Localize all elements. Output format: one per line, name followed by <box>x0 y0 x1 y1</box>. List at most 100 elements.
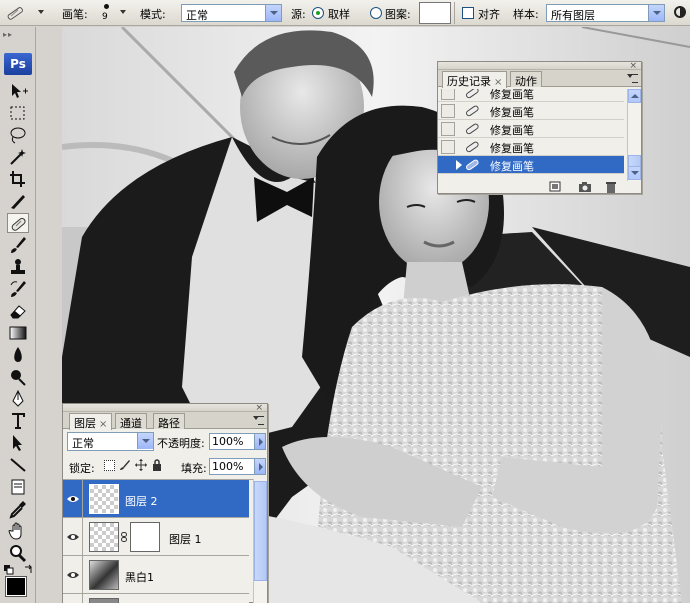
history-source-box[interactable] <box>441 104 455 118</box>
swap-colors-icon[interactable] <box>24 564 34 574</box>
magic-wand-tool-icon[interactable] <box>7 147 29 167</box>
tab-layers[interactable]: 图层 × <box>69 413 113 430</box>
panel-menu-icon[interactable] <box>253 416 264 425</box>
brush-picker[interactable]: 9 <box>100 3 114 23</box>
hand-tool-icon[interactable] <box>7 521 29 541</box>
eyedropper-tool-icon[interactable] <box>7 499 29 519</box>
lock-all-icon[interactable] <box>152 459 162 471</box>
opacity-input[interactable]: 100% <box>209 433 255 450</box>
gradient-tool-icon[interactable] <box>7 323 29 343</box>
current-state-slider-icon[interactable] <box>456 160 462 170</box>
close-icon[interactable]: × <box>494 77 502 88</box>
toolbox-grip[interactable]: ▸▸ <box>3 30 13 39</box>
blend-mode-value: 正常 <box>72 437 94 450</box>
new-snapshot-icon[interactable] <box>578 181 592 193</box>
new-document-from-state-icon[interactable] <box>548 181 562 193</box>
history-item-label: 修复画笔 <box>490 160 534 173</box>
opacity-slider-button[interactable] <box>254 433 266 450</box>
history-source-box[interactable] <box>441 89 455 100</box>
layer-name[interactable]: 黑白1 <box>125 569 154 585</box>
layer-thumbnail[interactable] <box>89 484 119 514</box>
trash-icon[interactable] <box>604 181 618 193</box>
slice-tool-icon[interactable] <box>7 191 29 211</box>
history-item[interactable]: 修复画笔 <box>438 89 624 102</box>
foreground-color-swatch[interactable] <box>5 576 27 597</box>
history-source-box[interactable] <box>441 122 455 136</box>
layer-row-layer-2[interactable]: 图层 2 <box>63 480 249 518</box>
notes-tool-icon[interactable] <box>7 477 29 497</box>
close-icon[interactable]: × <box>99 419 107 430</box>
lock-image-icon[interactable] <box>119 459 131 471</box>
chain-link-icon[interactable] <box>121 532 127 542</box>
lasso-tool-icon[interactable] <box>7 125 29 145</box>
panel-grip[interactable]: × <box>438 61 641 71</box>
brush-tool-icon[interactable] <box>7 235 29 255</box>
layer-row-partial[interactable] <box>63 594 249 603</box>
aligned-checkbox[interactable] <box>462 7 474 19</box>
tab-paths[interactable]: 路径 <box>153 413 185 430</box>
move-tool-icon[interactable] <box>7 81 29 101</box>
tab-channels[interactable]: 通道 <box>115 413 147 430</box>
history-item[interactable]: 修复画笔 <box>438 138 624 156</box>
layer-visibility-toggle[interactable] <box>63 518 83 555</box>
pen-tool-icon[interactable] <box>7 389 29 409</box>
preset-dropdown-arrow-icon[interactable] <box>38 10 44 14</box>
layer-row-layer-1[interactable]: 图层 1 <box>63 518 249 556</box>
layers-scrollbar[interactable] <box>253 479 267 603</box>
blend-mode-select[interactable]: 正常 <box>67 432 154 451</box>
layer-name[interactable]: 图层 2 <box>125 493 158 509</box>
history-item[interactable]: 修复画笔 <box>438 102 624 120</box>
default-colors-icon[interactable] <box>4 565 14 575</box>
crop-tool-icon[interactable] <box>7 169 29 189</box>
healing-brush-tool-icon[interactable] <box>7 213 29 233</box>
history-footer <box>548 181 628 195</box>
healing-brush-preset-icon[interactable] <box>4 3 26 23</box>
panel-grip[interactable]: × <box>63 403 267 413</box>
tab-actions[interactable]: 动作 <box>510 71 542 88</box>
layer-thumbnail[interactable] <box>89 598 119 603</box>
blur-tool-icon[interactable] <box>7 345 29 365</box>
layer-visibility-toggle[interactable] <box>63 480 83 517</box>
tab-history-label: 历史记录 <box>447 75 491 88</box>
source-sampled-radio[interactable] <box>312 7 324 19</box>
panel-menu-icon[interactable] <box>627 74 638 83</box>
eraser-tool-icon[interactable] <box>7 301 29 321</box>
layer-name[interactable]: 图层 1 <box>169 531 202 547</box>
pattern-picker[interactable] <box>419 2 451 24</box>
tab-history[interactable]: 历史记录 × <box>442 71 508 88</box>
history-brush-tool-icon[interactable] <box>7 279 29 299</box>
scroll-down-icon[interactable] <box>628 166 641 180</box>
type-tool-icon[interactable] <box>7 411 29 431</box>
history-item[interactable]: 修复画笔 <box>438 120 624 138</box>
mode-select[interactable]: 正常 <box>181 4 282 22</box>
layer-row-black-white[interactable]: 黑白1 <box>63 556 249 594</box>
ignore-adjustment-layers-icon[interactable] <box>673 5 687 19</box>
eye-icon <box>67 533 79 540</box>
source-pattern-radio[interactable] <box>370 7 382 19</box>
history-source-box[interactable] <box>441 140 455 154</box>
path-selection-tool-icon[interactable] <box>7 433 29 453</box>
layer-mask-thumbnail[interactable] <box>130 522 160 552</box>
zoom-tool-icon[interactable] <box>7 543 29 563</box>
source-label: 源: <box>291 8 306 21</box>
fill-input[interactable]: 100% <box>209 458 255 475</box>
history-item-selected[interactable]: 修复画笔 <box>438 156 624 174</box>
lock-position-icon[interactable] <box>135 459 147 471</box>
scroll-thumb[interactable] <box>254 481 267 581</box>
marquee-tool-icon[interactable] <box>7 103 29 123</box>
ps-logo[interactable]: Ps <box>4 53 32 75</box>
layer-thumbnail[interactable] <box>89 560 119 590</box>
layer-visibility-toggle[interactable] <box>63 556 83 593</box>
scroll-up-icon[interactable] <box>628 89 641 103</box>
sample-select[interactable]: 所有图层 <box>546 4 665 22</box>
dodge-tool-icon[interactable] <box>7 367 29 387</box>
layer-thumbnail[interactable] <box>89 522 119 552</box>
history-source-box[interactable] <box>441 158 455 172</box>
brush-dropdown-arrow-icon[interactable] <box>120 10 126 14</box>
fill-slider-button[interactable] <box>254 458 266 475</box>
lock-transparency-icon[interactable] <box>104 460 115 471</box>
history-scrollbar[interactable] <box>627 89 641 181</box>
layer-visibility-toggle[interactable] <box>63 594 83 603</box>
line-tool-icon[interactable] <box>7 455 29 475</box>
clone-stamp-tool-icon[interactable] <box>7 257 29 277</box>
